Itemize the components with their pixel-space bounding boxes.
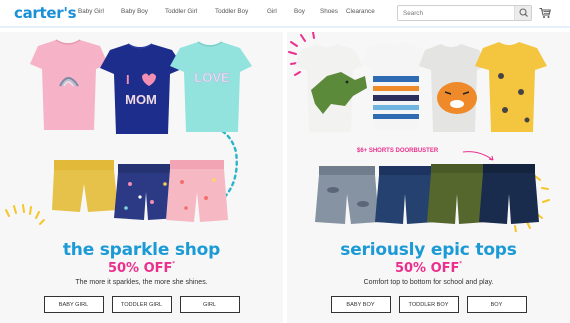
toddler-boy-button[interactable]: TODDLER BOY: [398, 296, 459, 313]
pink-rainbow-tee: [30, 39, 108, 130]
epic-tops-promo: 50% OFF*: [287, 261, 570, 276]
baby-girl-button[interactable]: BABY GIRL: [43, 296, 104, 313]
mint-love-tee: LOVE: [170, 41, 252, 132]
dinosaur-tee: [295, 44, 367, 132]
boy-button[interactable]: BOY: [466, 296, 527, 313]
sparkle-promo-text: 50% OFF: [107, 261, 173, 276]
search-button[interactable]: [514, 6, 531, 20]
doorbuster-arrow: [462, 151, 494, 161]
epic-tops-promo-text: 50% OFF: [394, 261, 460, 276]
dark-navy-shorts: [479, 164, 539, 224]
sparkle-shop-headline: the sparkle shop: [62, 240, 221, 260]
shopping-cart-icon[interactable]: [539, 7, 551, 19]
sparkle-promo: 50% OFF*: [0, 261, 283, 276]
nav-item-shoes[interactable]: Shoes: [320, 8, 346, 15]
sparkle-button-row: BABY GIRL TODDLER GIRL GIRL: [0, 296, 283, 313]
yellow-dash-decoration: [5, 204, 45, 225]
sparkle-tagline: The more it sparkles, the more she shine…: [75, 279, 208, 286]
sparkle-shop-panel: I MOM LOVE the sparkle shop 50% OFF* The…: [0, 32, 283, 323]
nav-item-baby-boy[interactable]: Baby Boy: [121, 8, 165, 15]
love-text: LOVE: [194, 70, 230, 85]
svg-text:I: I: [126, 72, 130, 87]
yellow-print-tee: [475, 42, 547, 132]
epic-tops-tagline: Comfort top to bottom for school and pla…: [363, 279, 494, 286]
epic-tops-button-row: BABY BOY TODDLER BOY BOY: [287, 296, 570, 313]
carters-logo[interactable]: carter's: [14, 4, 77, 22]
camo-shorts: [315, 166, 379, 224]
nav-item-boy[interactable]: Boy: [294, 8, 320, 15]
search-input[interactable]: [398, 6, 513, 20]
girl-button[interactable]: GIRL: [179, 296, 240, 313]
toddler-girl-button[interactable]: TODDLER GIRL: [111, 296, 172, 313]
search-box: [397, 5, 532, 21]
nav-item-baby-girl[interactable]: Baby Girl: [78, 8, 121, 15]
nav-item-toddler-girl[interactable]: Toddler Girl: [165, 8, 215, 15]
olive-shorts: [427, 164, 487, 224]
girls-clothing-image[interactable]: I MOM LOVE: [0, 32, 283, 232]
navy-mom-tee: I MOM: [100, 43, 184, 134]
site-header: carter's Baby Girl Baby Boy Toddler Girl…: [0, 0, 570, 28]
sparkle-promo-mark: *: [172, 261, 176, 267]
yellow-shorts: [52, 160, 118, 212]
mom-text: MOM: [125, 92, 157, 107]
page: carter's Baby Girl Baby Boy Toddler Girl…: [0, 0, 570, 323]
baby-boy-button[interactable]: BABY BOY: [330, 296, 391, 313]
nav-item-toddler-boy[interactable]: Toddler Boy: [215, 8, 267, 15]
tiger-tee: [419, 44, 487, 132]
epic-tops-headline: seriously epic tops: [340, 240, 517, 260]
navy-shorts: [375, 166, 435, 224]
epic-tops-promo-mark: *: [459, 261, 463, 267]
epic-tops-panel: $6+ SHORTS DOORBUSTER seriously epic top…: [287, 32, 570, 323]
search-icon: [519, 8, 528, 17]
shorts-doorbuster-label: $6+ SHORTS DOORBUSTER: [357, 148, 439, 154]
main-nav: Baby Girl Baby Boy Toddler Girl Toddler …: [78, 8, 386, 15]
boys-clothing-image[interactable]: [287, 32, 570, 232]
striped-tee: [361, 42, 429, 130]
nav-item-girl[interactable]: Girl: [267, 8, 294, 15]
pink-print-shorts: [166, 160, 228, 222]
nav-item-clearance[interactable]: Clearance: [346, 8, 386, 15]
